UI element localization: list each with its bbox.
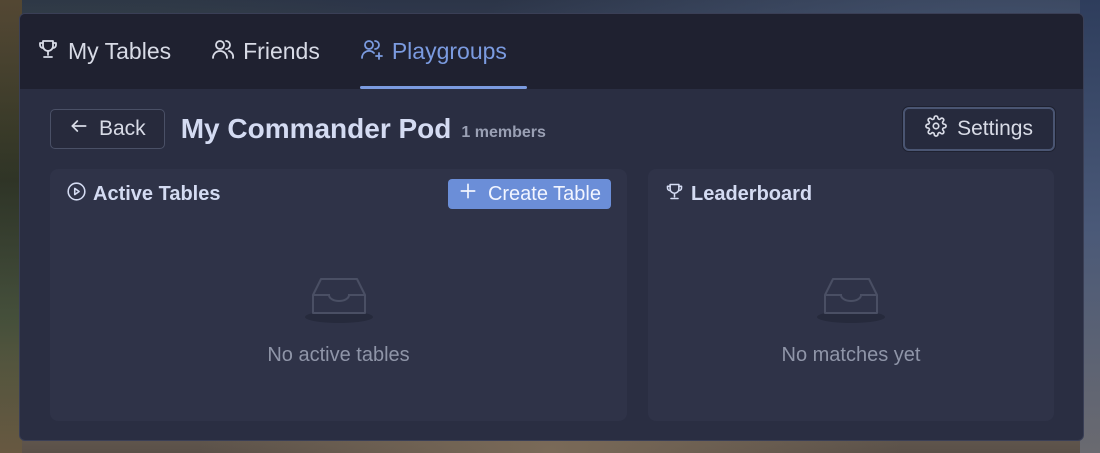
trophy-icon (664, 181, 685, 208)
settings-button[interactable]: Settings (903, 107, 1055, 151)
tab-playgroups[interactable]: Playgroups (359, 14, 527, 89)
tab-label: Friends (243, 38, 320, 64)
page-header: Back My Commander Pod 1 members Settings (50, 107, 1055, 151)
trophy-icon (36, 37, 60, 67)
arrow-left-icon (69, 116, 89, 142)
back-label: Back (99, 117, 146, 140)
member-count: 1 members (461, 124, 546, 141)
page-title: My Commander Pod (180, 113, 452, 144)
create-table-button[interactable]: Create Table (447, 179, 611, 209)
plus-icon (458, 181, 478, 207)
tab-label: Playgroups (391, 38, 507, 64)
empty-state: No matches yet (648, 269, 1054, 367)
active-tables-panel: Active Tables Create Table No active tab… (50, 169, 627, 421)
empty-state: No active tables (50, 269, 627, 367)
tab-label: My Tables (68, 38, 172, 64)
empty-text: No matches yet (781, 344, 921, 366)
active-tables-title: Active Tables (93, 183, 221, 205)
settings-label: Settings (957, 117, 1033, 140)
leaderboard-title: Leaderboard (691, 183, 813, 205)
users-icon (211, 37, 235, 67)
active-tables-header: Active Tables (66, 181, 220, 208)
app-window: My Tables Friends Playgroups Back My Com… (19, 13, 1084, 441)
tab-my-tables[interactable]: My Tables (36, 14, 191, 89)
gear-icon (925, 115, 947, 143)
tab-friends[interactable]: Friends (211, 14, 340, 89)
leaderboard-panel: Leaderboard No matches yet (648, 169, 1054, 421)
tab-bar: My Tables Friends Playgroups (20, 14, 1083, 89)
create-table-label: Create Table (487, 182, 601, 205)
play-circle-icon (66, 181, 87, 208)
back-button[interactable]: Back (50, 109, 165, 149)
leaderboard-header: Leaderboard (664, 181, 812, 208)
users-plus-icon (360, 37, 384, 67)
inbox-icon (811, 269, 891, 330)
inbox-icon (299, 269, 379, 330)
empty-text: No active tables (267, 344, 410, 366)
